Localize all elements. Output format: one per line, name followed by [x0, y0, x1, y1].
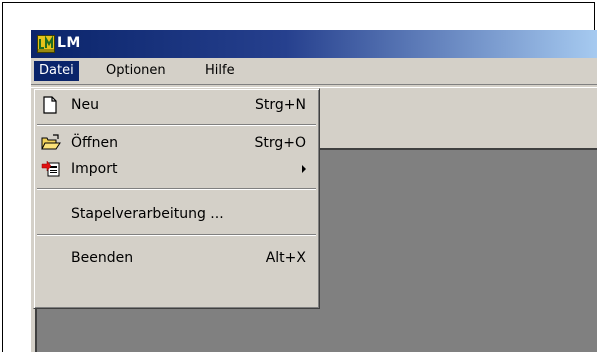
- menu-item-batch[interactable]: Stapelverarbeitung ...: [37, 201, 316, 227]
- menu-item-open-shortcut: Strg+O: [254, 135, 306, 151]
- menu-item-import-label: Import: [71, 161, 118, 177]
- menu-item-import[interactable]: Import: [37, 156, 316, 182]
- menu-item-new[interactable]: Neu Strg+N: [37, 92, 316, 118]
- menu-separator: [37, 234, 316, 236]
- menu-bar: Datei Optionen Hilfe: [31, 58, 597, 84]
- new-document-icon: [41, 96, 61, 114]
- menu-datei[interactable]: Datei: [34, 61, 79, 81]
- menu-separator: [37, 188, 316, 190]
- import-icon: [41, 160, 61, 178]
- window-title: LM: [57, 35, 81, 51]
- open-folder-icon: [41, 134, 61, 152]
- menu-item-new-shortcut: Strg+N: [255, 97, 306, 113]
- menu-item-exit-shortcut: Alt+X: [265, 250, 306, 266]
- menu-optionen[interactable]: Optionen: [101, 61, 171, 81]
- menu-hilfe[interactable]: Hilfe: [200, 61, 240, 81]
- menu-item-open[interactable]: Öffnen Strg+O: [37, 130, 316, 156]
- submenu-arrow-icon: [302, 165, 306, 173]
- app-logo-icon[interactable]: [37, 35, 55, 53]
- datei-dropdown-menu: Neu Strg+N Öffnen Strg+O Import Stapelve…: [33, 88, 320, 309]
- menu-item-batch-label: Stapelverarbeitung ...: [71, 206, 224, 222]
- menu-item-new-label: Neu: [71, 97, 99, 113]
- menu-item-exit-label: Beenden: [71, 250, 134, 266]
- title-bar[interactable]: LM: [31, 30, 597, 58]
- menu-separator: [37, 124, 316, 126]
- menu-item-open-label: Öffnen: [71, 135, 119, 151]
- menu-item-exit[interactable]: Beenden Alt+X: [37, 245, 316, 271]
